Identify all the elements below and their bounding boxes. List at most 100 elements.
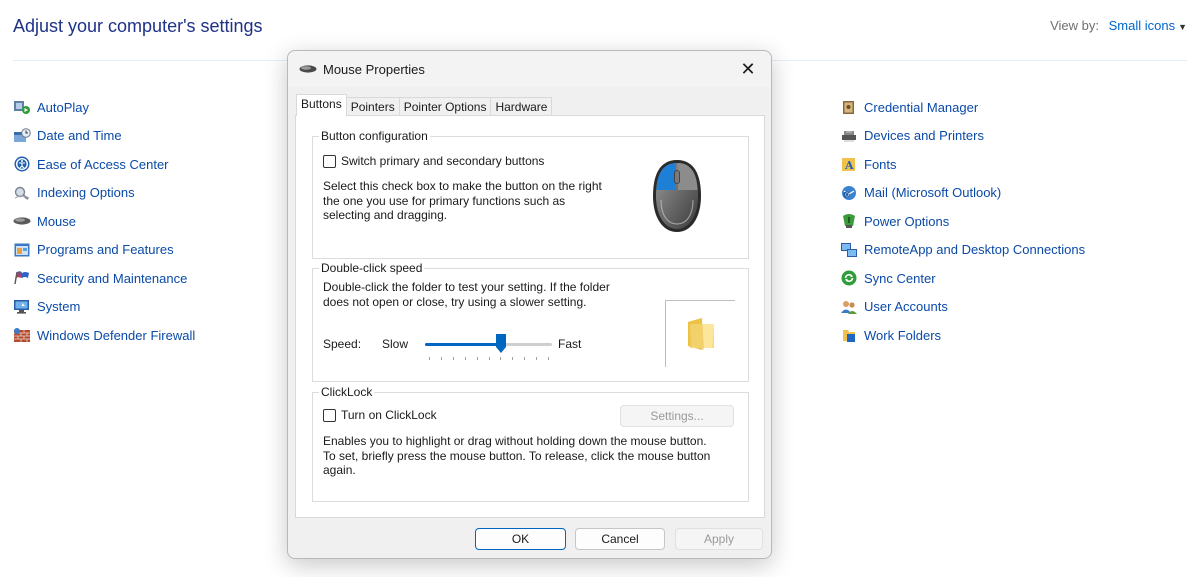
tab-pointer-options[interactable]: Pointer Options [398,97,492,116]
cp-item-system[interactable]: System [13,293,195,322]
apply-button[interactable]: Apply [675,528,763,550]
slider-thumb[interactable] [496,334,507,354]
view-by-dropdown[interactable]: Small icons ▼ [1109,18,1187,33]
slider-tick [524,357,526,360]
switch-buttons-checkbox[interactable]: Switch primary and secondary buttons [323,154,544,168]
checkbox-box[interactable] [323,154,336,168]
cp-item-power-options[interactable]: Power Options [840,207,1085,236]
button-config-description: Select this check box to make the button… [323,179,623,223]
dropdown-arrow-icon: ▼ [1178,22,1187,32]
cp-item-firewall[interactable]: Windows Defender Firewall [13,321,195,350]
slider-tick [548,357,549,360]
view-by-value: Small icons [1108,18,1176,33]
cp-item-mail[interactable]: O Mail (Microsoft Outlook) [840,179,1085,208]
slider-tick [429,357,430,360]
devices-icon [840,127,858,145]
sync-icon [840,269,858,287]
cp-item-label: User Accounts [864,299,948,315]
clicklock-settings-button[interactable]: Settings... [620,405,734,427]
tab-pointers[interactable]: Pointers [345,97,400,116]
mouse-illustration-icon [653,160,701,232]
cp-item-remoteapp[interactable]: RemoteApp and Desktop Connections [840,236,1085,265]
control-panel-list-left: AutoPlay Date and Time Ease of Access Ce… [13,93,195,350]
checkbox-label: Switch primary and secondary buttons [341,154,545,168]
mouse-properties-dialog: Mouse Properties ✕ Buttons Pointers Poin… [287,50,772,559]
firewall-icon [13,326,31,344]
cp-item-ease-of-access[interactable]: Ease of Access Center [13,150,195,179]
checkbox-box[interactable] [323,408,336,422]
slider-tick [512,357,514,360]
cp-item-label: Mail (Microsoft Outlook) [864,185,1002,201]
cp-item-credential-manager[interactable]: Credential Manager [840,93,1085,122]
view-by-label: View by: [1050,18,1099,33]
work-folders-icon [840,326,858,344]
system-icon [13,298,31,316]
test-folder[interactable] [665,300,735,367]
cp-item-label: Date and Time [37,128,122,144]
cp-item-work-folders[interactable]: Work Folders [840,321,1085,350]
cp-item-label: Mouse [37,213,77,229]
tab-hardware[interactable]: Hardware [490,97,553,116]
description-line: Enables you to highlight or drag without… [323,434,707,448]
users-icon [840,298,858,316]
autoplay-icon [13,98,31,116]
cp-item-indexing[interactable]: Indexing Options [13,179,195,208]
cancel-button[interactable]: Cancel [575,528,665,550]
fast-label: Fast [558,337,582,351]
fonts-icon: A [840,155,858,173]
cp-item-user-accounts[interactable]: User Accounts [840,293,1085,322]
cp-item-label: Programs and Features [37,242,174,258]
slider-tick [536,357,538,360]
indexing-icon [13,184,31,202]
buttons-tab-panel: Button configuration Switch primary and … [295,115,765,518]
button-configuration-group: Button configuration Switch primary and … [312,129,749,259]
power-icon [840,212,858,230]
description-line: the one you use for primary functions su… [323,193,566,208]
ok-button[interactable]: OK [475,528,566,550]
slider-fill [425,343,502,346]
slow-label: Slow [382,337,409,351]
cp-item-label: Power Options [864,213,950,229]
cp-item-fonts[interactable]: A Fonts [840,150,1085,179]
svg-text:O: O [845,192,849,198]
cp-item-label: Indexing Options [37,185,135,201]
slider-track[interactable] [425,343,552,346]
flag-icon [13,269,31,287]
cp-item-date-time[interactable]: Date and Time [13,122,195,151]
cp-item-label: RemoteApp and Desktop Connections [864,242,1086,258]
credential-icon [840,98,858,116]
description-line: selecting and dragging. [323,208,448,222]
double-click-speed-group: Double-click speed Double-click the fold… [312,261,749,382]
cp-item-label: Ease of Access Center [37,156,169,172]
programs-icon [13,241,31,259]
mail-icon: O [840,184,858,202]
cp-item-autoplay[interactable]: AutoPlay [13,93,195,122]
ease-of-access-icon [13,155,31,173]
close-button[interactable]: ✕ [735,57,761,81]
group-label: ClickLock [319,385,375,399]
slider-tick [440,357,442,360]
dialog-titlebar[interactable]: Mouse Properties ✕ [288,51,771,87]
folder-icon [687,318,714,350]
description-line: again. [323,463,356,477]
cp-item-label: Work Folders [864,327,942,343]
cp-item-label: Devices and Printers [864,128,984,144]
cp-item-sync-center[interactable]: Sync Center [840,264,1085,293]
clicklock-checkbox[interactable]: Turn on ClickLock [323,408,437,422]
slider-tick [464,357,466,360]
mouse-illustration [617,139,737,253]
slider-tick [476,357,478,360]
mouse-icon [299,63,317,75]
double-click-description: Double-click the folder to test your set… [323,280,643,309]
dialog-title: Mouse Properties [323,61,425,77]
cp-item-security[interactable]: Security and Maintenance [13,264,195,293]
description-line: does not open or close, try using a slow… [323,294,587,309]
description-line: Select this check box to make the button… [323,179,602,193]
cp-item-mouse[interactable]: Mouse [13,207,195,236]
cp-item-programs[interactable]: Programs and Features [13,236,195,265]
cp-item-devices-printers[interactable]: Devices and Printers [840,122,1085,151]
tab-buttons[interactable]: Buttons [296,94,347,116]
view-by: View by: Small icons ▼ [1050,18,1187,33]
control-panel-list-right: Credential Manager Devices and Printers … [840,93,1085,350]
date-time-icon [13,127,31,145]
